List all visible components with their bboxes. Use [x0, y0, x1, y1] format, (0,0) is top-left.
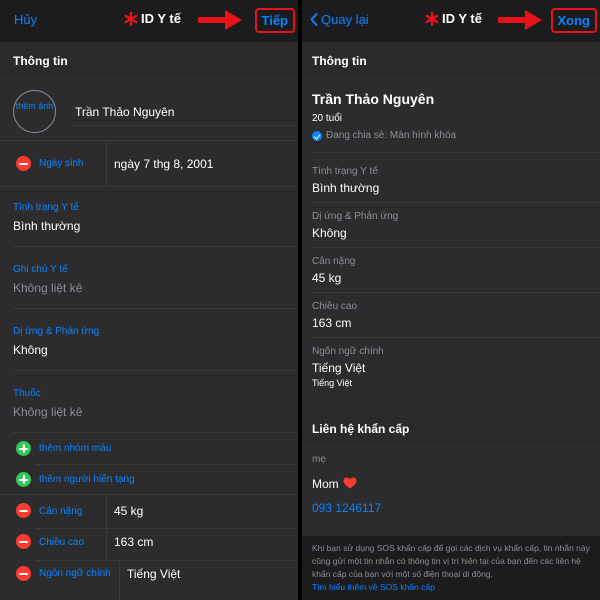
medical-conditions-field[interactable]: Bình thường — [13, 219, 80, 233]
divider — [106, 528, 107, 560]
medications-label: Thuốc — [13, 388, 41, 399]
language-label: Ngôn ngữ chính — [312, 346, 384, 357]
add-circle-icon[interactable] — [16, 472, 31, 487]
height-label: Chiều cao — [39, 537, 85, 548]
height-value: 163 cm — [312, 316, 352, 330]
medical-notes-label: Ghi chú Y tế — [13, 264, 68, 275]
sharing-status: Đang chia sẻ: Màn hình khóa — [326, 130, 457, 141]
divider — [0, 494, 298, 495]
section-header-info: Thông tin — [0, 42, 298, 77]
sos-footer: Khi bạn sử dụng SOS khẩn cấp để gọi các … — [312, 542, 592, 594]
check-badge-icon — [312, 131, 322, 141]
divider — [13, 308, 298, 309]
done-button[interactable]: Xong — [550, 8, 597, 33]
divider — [0, 186, 298, 187]
weight-label: Cân nặng — [312, 256, 356, 267]
divider — [36, 560, 298, 561]
weight-label: Cân nặng — [39, 506, 83, 517]
next-button[interactable]: Tiếp — [254, 8, 295, 33]
height-label: Chiều cao — [312, 301, 358, 312]
divider — [312, 247, 600, 248]
profile-name: Trần Thảo Nguyên — [312, 91, 435, 107]
add-organ-donor-button[interactable]: thêm người hiến tạng — [39, 474, 135, 485]
medical-conditions-label: Tình trạng Y tế — [13, 202, 79, 213]
medical-star-icon — [124, 11, 138, 26]
divider — [13, 370, 298, 371]
heart-icon — [343, 477, 357, 489]
back-button[interactable]: Quay lại — [310, 12, 369, 27]
birthday-label: Ngày sinh — [39, 158, 84, 169]
language-label: Ngôn ngữ chính — [39, 568, 111, 579]
contact-name: Mom — [312, 477, 339, 491]
nav-title-text: ID Y tế — [442, 11, 482, 26]
remove-circle-icon[interactable] — [16, 503, 31, 518]
navigation-bar: Quay lại ID Y tế Xong — [302, 0, 600, 42]
allergies-field[interactable]: Không — [13, 343, 48, 357]
divider — [106, 494, 107, 528]
divider — [0, 140, 298, 141]
divider — [36, 464, 298, 465]
back-label: Quay lại — [321, 12, 369, 27]
contact-relation: mẹ — [312, 454, 326, 465]
red-arrow-icon — [498, 10, 542, 30]
profile-age: 20 tuổi — [312, 113, 343, 124]
red-arrow-icon — [198, 10, 242, 30]
name-field[interactable]: Trần Thảo Nguyên — [75, 105, 174, 119]
divider — [36, 528, 298, 529]
medical-id-preview-screen: Quay lại ID Y tế Xong Thông tin Trần Thả… — [302, 0, 600, 600]
medical-notes-field[interactable]: Không liệt kê — [13, 281, 82, 295]
nav-title-text: ID Y tế — [141, 11, 181, 26]
divider — [106, 140, 107, 186]
medical-conditions-label: Tình trạng Y tế — [312, 166, 378, 177]
weight-value: 45 kg — [312, 271, 342, 285]
height-field[interactable]: 163 cm — [114, 535, 153, 549]
birthday-field[interactable]: ngày 7 thg 8, 2001 — [114, 157, 213, 171]
remove-circle-icon[interactable] — [16, 534, 31, 549]
add-blood-type-button[interactable]: thêm nhóm máu — [39, 443, 111, 454]
divider — [13, 246, 298, 247]
cancel-button[interactable]: Hủy — [14, 12, 37, 27]
divider — [13, 432, 298, 433]
chevron-left-icon — [310, 13, 318, 26]
sos-footer-text: Khi bạn sử dụng SOS khẩn cấp để gọi các … — [312, 543, 590, 579]
sos-learn-more-link[interactable]: Tìm hiểu thêm về SOS khẩn cấp — [312, 581, 592, 594]
language-sub-value: Tiếng Việt — [312, 378, 353, 388]
allergies-value: Không — [312, 226, 347, 240]
medications-field[interactable]: Không liệt kê — [13, 405, 82, 419]
allergies-label: Dị ứng & Phản ứng — [312, 211, 399, 222]
contact-name-row: Mom — [312, 477, 357, 491]
section-header-emergency: Liên hệ khẩn cấp — [302, 398, 600, 444]
allergies-label: Dị ứng & Phản ứng — [13, 326, 100, 337]
language-field[interactable]: Tiếng Việt — [127, 567, 180, 581]
divider — [312, 152, 600, 153]
divider — [72, 125, 298, 126]
divider — [119, 560, 120, 600]
add-photo-button[interactable]: thêm ảnh — [13, 90, 56, 133]
nav-title: ID Y tế — [124, 11, 181, 26]
remove-circle-icon[interactable] — [16, 566, 31, 581]
divider — [312, 292, 600, 293]
contact-phone-link[interactable]: 093 1246117 — [312, 501, 381, 515]
form-background — [0, 77, 298, 600]
weight-field[interactable]: 45 kg — [114, 504, 143, 518]
medical-conditions-value: Bình thường — [312, 181, 380, 195]
nav-title: ID Y tế — [425, 11, 482, 26]
medical-star-icon — [425, 11, 439, 26]
section-header-info: Thông tin — [302, 42, 600, 77]
language-value: Tiếng Việt — [312, 361, 366, 375]
divider — [312, 337, 600, 338]
add-circle-icon[interactable] — [16, 441, 31, 456]
remove-circle-icon[interactable] — [16, 156, 31, 171]
medical-id-edit-screen: Hủy ID Y tế Tiếp Thông tin thêm ảnh Trần… — [0, 0, 298, 600]
navigation-bar: Hủy ID Y tế Tiếp — [0, 0, 298, 42]
divider — [312, 202, 600, 203]
